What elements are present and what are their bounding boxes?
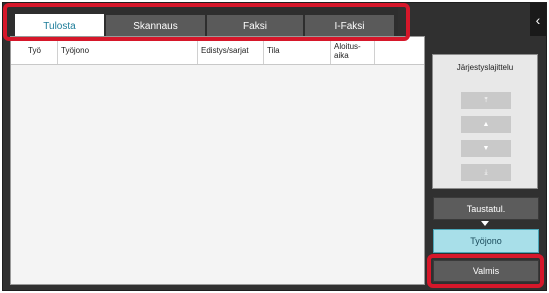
tab-highlight-frame xyxy=(3,3,410,41)
sort-label: Järjestyslajittelu xyxy=(456,63,514,72)
job-queue-list: Työ Työjono Edistys/sarjat Tila Aloitus-… xyxy=(10,36,425,285)
sort-up-button[interactable]: ▲ xyxy=(461,116,511,133)
done-highlight-frame xyxy=(427,254,544,288)
pointer-arrow-icon xyxy=(481,221,489,226)
sort-top-button[interactable]: ⤒ xyxy=(461,92,511,109)
sort-panel: Järjestyslajittelu ⤒ ▲ ▼ ⤓ xyxy=(432,54,538,189)
column-header-queue: Työjono xyxy=(58,37,198,64)
table-header: Työ Työjono Edistys/sarjat Tila Aloitus-… xyxy=(11,37,424,65)
column-header-progress: Edistys/sarjat xyxy=(198,37,264,64)
column-header-start-time: Aloitus-aika xyxy=(331,37,375,64)
column-header-job: Työ xyxy=(25,37,58,64)
queue-button[interactable]: Työjono xyxy=(433,229,539,253)
background-button[interactable]: Taustatul. xyxy=(433,197,539,220)
back-arrow-icon[interactable]: ‹ xyxy=(530,3,546,36)
sort-bottom-button[interactable]: ⤓ xyxy=(461,164,511,181)
sort-down-button[interactable]: ▼ xyxy=(461,140,511,157)
column-header-status: Tila xyxy=(264,37,331,64)
